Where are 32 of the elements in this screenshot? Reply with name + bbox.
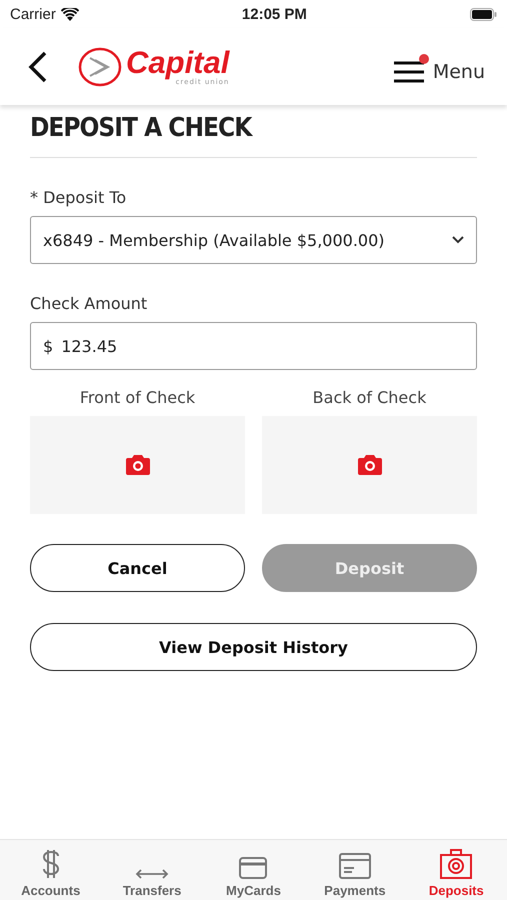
amount-input-field[interactable]: $ 123.45 (30, 322, 477, 370)
tab[interactable]: MyCards (202, 840, 304, 900)
tab[interactable]: Transfers (101, 840, 203, 900)
menu-icon (392, 60, 425, 84)
back-button[interactable] (28, 50, 48, 82)
capture-label: Front of Check (80, 388, 196, 407)
card-icon (239, 857, 268, 879)
tab[interactable]: Payments (304, 840, 406, 900)
photo-capture-button[interactable] (262, 416, 477, 514)
tab[interactable]: Accounts (0, 840, 102, 900)
chevron-down-icon (452, 236, 464, 244)
wifi-icon (60, 8, 79, 20)
camera-icon (440, 849, 472, 879)
camera-icon (124, 454, 150, 476)
carrier-label: Carrier (10, 6, 56, 22)
logo-icon (78, 46, 124, 88)
bill-icon (338, 853, 371, 879)
field-label: Check Amount (30, 294, 148, 313)
view-history-button[interactable]: View Deposit History (30, 623, 477, 671)
logo-name: Capital (126, 48, 230, 78)
clock: 12:05 PM (242, 6, 307, 22)
photo-capture-button[interactable] (30, 416, 245, 514)
cancel-button[interactable]: Cancel (30, 544, 245, 592)
battery-icon (470, 8, 497, 20)
tab[interactable]: Deposits (406, 840, 507, 900)
menu-button[interactable]: Menu (392, 50, 485, 84)
arrows-icon (135, 869, 170, 879)
capture-label: Back of Check (312, 388, 426, 407)
camera-icon (356, 454, 382, 476)
field-label: * Deposit To (30, 188, 128, 207)
account-dropdown[interactable]: x6849 - Membership (Available $5,000.00) (30, 216, 477, 264)
page-title: DEPOSIT A CHECK (30, 113, 477, 158)
